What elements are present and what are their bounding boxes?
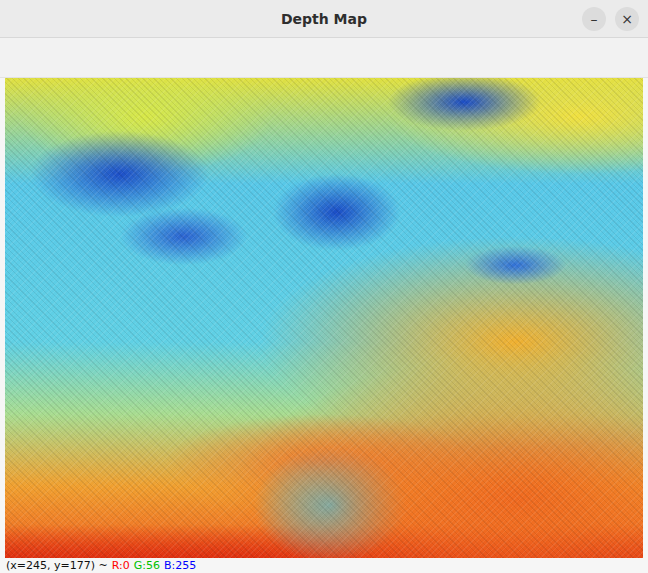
status-channel: B:255 bbox=[164, 559, 196, 572]
window-title: Depth Map bbox=[281, 11, 367, 27]
status-coordinates: (x=245, y=177) ~ bbox=[6, 559, 108, 572]
status-bar: (x=245, y=177) ~ R:0 G:56 B:255 bbox=[0, 558, 648, 573]
app-window: Depth Map –× (x=245, y=177) ~ R:0 G:56 B:2… bbox=[0, 0, 648, 573]
minimize-button[interactable]: – bbox=[582, 7, 606, 31]
title-bar: Depth Map –× bbox=[0, 0, 648, 38]
toolbar bbox=[0, 38, 648, 78]
close-button[interactable]: × bbox=[615, 7, 639, 31]
status-channel: G:56 bbox=[134, 559, 160, 572]
image-area bbox=[0, 78, 648, 558]
status-channel: R:0 bbox=[112, 559, 130, 572]
window-controls: –× bbox=[582, 7, 639, 31]
depth-map-image[interactable] bbox=[5, 78, 643, 558]
